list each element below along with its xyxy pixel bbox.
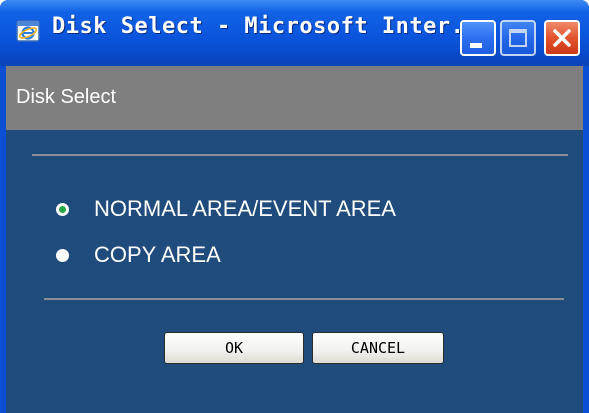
window-title: Disk Select - Microsoft Inter... (52, 14, 492, 39)
radio-label[interactable]: NORMAL AREA/EVENT AREA (94, 196, 396, 222)
ok-button[interactable]: OK (164, 332, 304, 364)
panel-header: Disk Select (6, 66, 583, 130)
radio-selected-icon[interactable] (56, 203, 69, 216)
cancel-button[interactable]: CANCEL (312, 332, 444, 364)
internet-explorer-icon (16, 20, 40, 42)
dialog-window: Disk Select - Microsoft Inter... Disk Se… (0, 0, 589, 413)
dialog-content: Disk Select NORMAL AREA/EVENT AREA COPY … (6, 66, 583, 413)
panel-title: Disk Select (16, 86, 117, 108)
maximize-icon (509, 29, 527, 47)
title-bar[interactable]: Disk Select - Microsoft Inter... (0, 0, 589, 66)
close-button[interactable] (544, 20, 580, 56)
radio-label[interactable]: COPY AREA (94, 242, 221, 268)
minimize-icon (470, 43, 482, 48)
bottom-divider (44, 298, 564, 300)
close-icon (553, 29, 571, 47)
maximize-button[interactable] (500, 20, 536, 56)
top-divider (32, 154, 568, 156)
minimize-button[interactable] (460, 20, 496, 56)
radio-unselected-icon[interactable] (56, 249, 69, 262)
